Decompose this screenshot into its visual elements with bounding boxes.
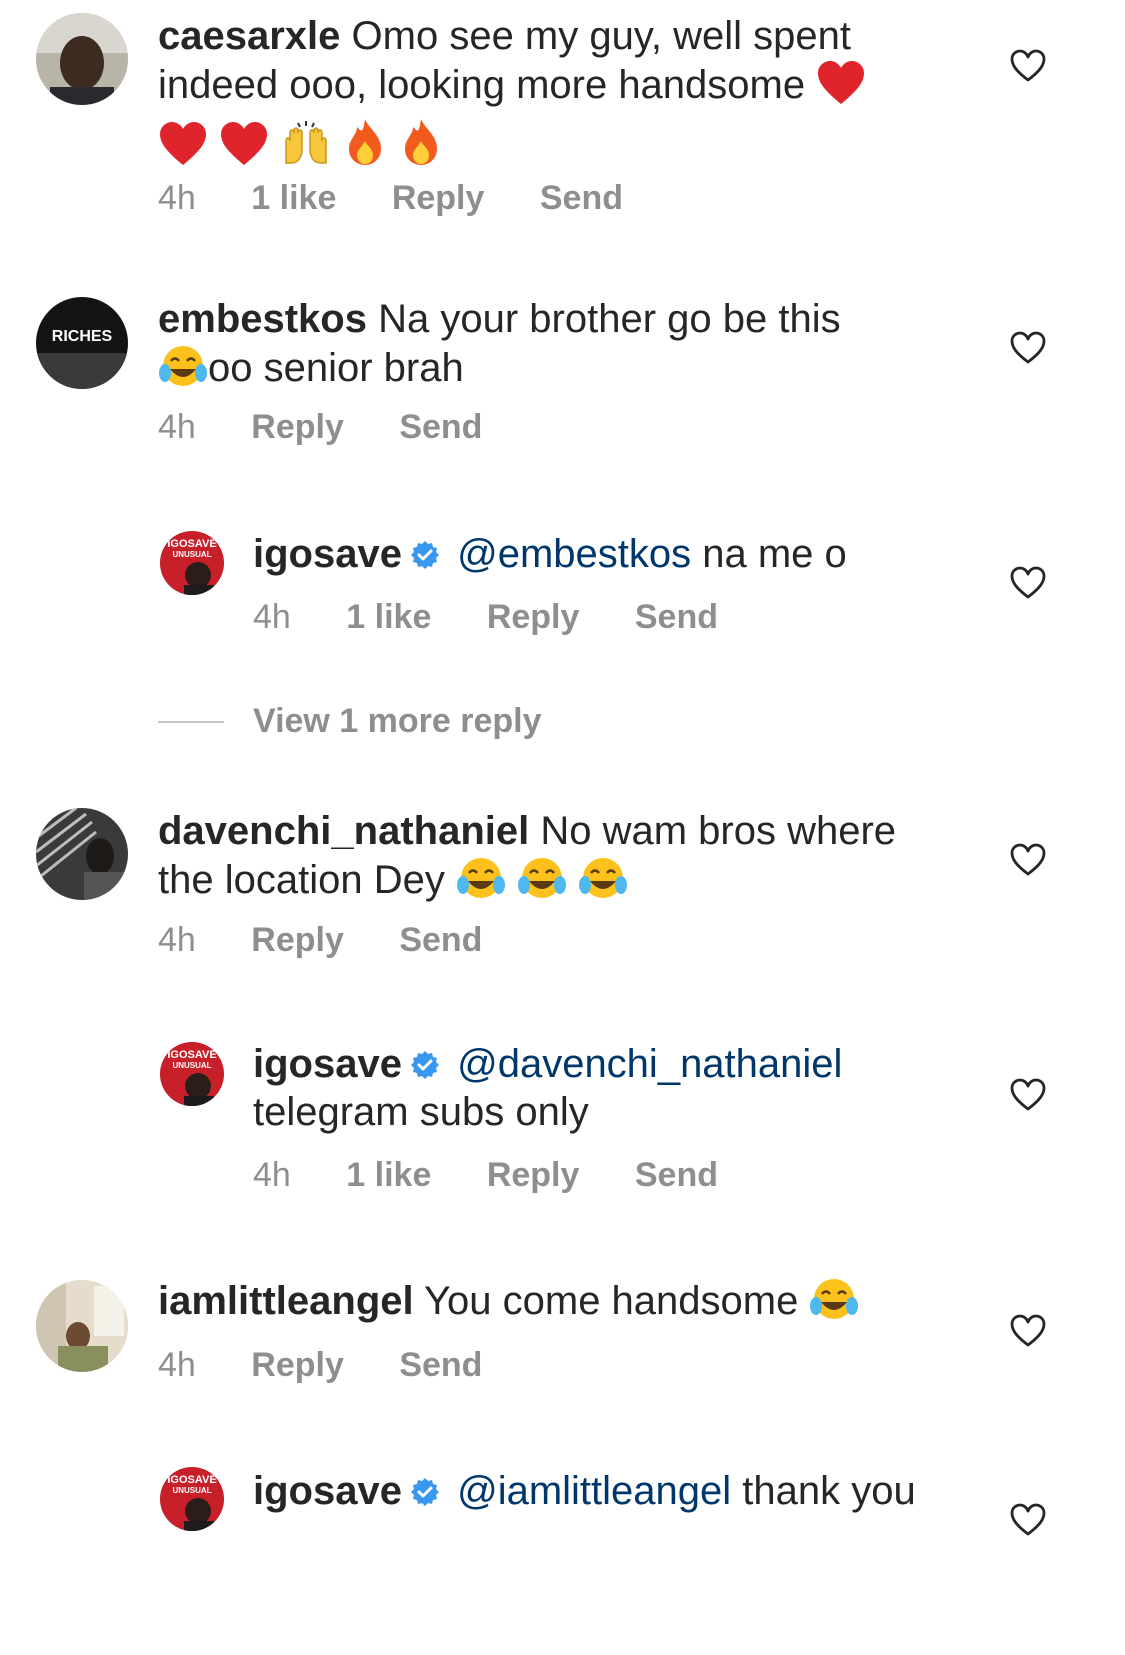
comment-body: na me o [702, 532, 847, 576]
reply-button[interactable]: Reply [251, 920, 344, 960]
like-heart-icon[interactable] [1008, 1500, 1048, 1540]
divider-line [158, 721, 224, 723]
username[interactable]: embestkos [158, 297, 367, 341]
username[interactable]: iamlittleangel [158, 1279, 414, 1323]
send-button[interactable]: Send [635, 597, 718, 637]
avatar-text: UNUSUAL [172, 1486, 211, 1495]
tears-of-joy-icon [517, 855, 567, 912]
tears-of-joy-icon [158, 343, 208, 400]
username[interactable]: igosave [253, 532, 402, 576]
comment-text: embestkos Na your brother go be this oo … [158, 295, 958, 400]
like-heart-icon[interactable] [1008, 563, 1048, 603]
verified-badge-icon [410, 1478, 439, 1506]
username[interactable]: caesarxle [158, 14, 340, 58]
comment-meta: 4h Reply Send [158, 920, 528, 960]
avatar[interactable] [36, 808, 128, 900]
reply-button[interactable]: Reply [392, 178, 485, 218]
fire-icon [399, 117, 443, 178]
like-heart-icon[interactable] [1008, 46, 1048, 86]
comment-body: telegram subs only [253, 1090, 589, 1134]
like-heart-icon[interactable] [1008, 1075, 1048, 1115]
timestamp: 4h [158, 921, 196, 959]
username[interactable]: davenchi_nathaniel [158, 809, 529, 853]
reply-button[interactable]: Reply [251, 407, 344, 447]
verified-badge-icon [410, 1051, 439, 1079]
comment-text: iamlittleangel You come handsome [158, 1276, 958, 1333]
avatar-text: IGOSAVE [167, 538, 216, 550]
like-count[interactable]: 1 like [346, 597, 431, 637]
like-heart-icon[interactable] [1008, 840, 1048, 880]
mention-link[interactable]: @davenchi_nathaniel [457, 1042, 842, 1086]
timestamp: 4h [158, 179, 196, 217]
view-more-label[interactable]: View 1 more reply [253, 701, 542, 741]
tears-of-joy-icon [456, 855, 506, 912]
red-heart-icon [816, 60, 866, 117]
avatar[interactable]: RICHES [36, 297, 128, 389]
avatar-text: UNUSUAL [172, 1061, 211, 1070]
send-button[interactable]: Send [399, 407, 482, 447]
timestamp: 4h [158, 1346, 196, 1384]
like-heart-icon[interactable] [1008, 1311, 1048, 1351]
avatar-text: IGOSAVE [167, 1474, 216, 1486]
like-count[interactable]: 1 like [346, 1155, 431, 1195]
verified-badge-icon [410, 541, 439, 569]
comment-meta: 4h Reply Send [158, 407, 528, 447]
timestamp: 4h [253, 1156, 291, 1194]
comment-body-cont: oo senior brah [208, 346, 464, 390]
send-button[interactable]: Send [540, 178, 623, 218]
avatar[interactable]: IGOSAVE UNUSUAL [160, 531, 224, 595]
avatar[interactable] [36, 1280, 128, 1372]
comment-meta: 4h 1 like Reply Send [253, 597, 764, 637]
timestamp: 4h [253, 598, 291, 636]
like-heart-icon[interactable] [1008, 328, 1048, 368]
send-button[interactable]: Send [399, 920, 482, 960]
username[interactable]: igosave [253, 1469, 402, 1513]
reply-button[interactable]: Reply [487, 1155, 580, 1195]
red-heart-icon [219, 121, 269, 178]
avatar[interactable]: IGOSAVE UNUSUAL [160, 1042, 224, 1106]
tears-of-joy-icon [809, 1276, 859, 1333]
like-count[interactable]: 1 like [251, 178, 336, 218]
avatar-text: RICHES [52, 328, 113, 345]
send-button[interactable]: Send [399, 1345, 482, 1385]
comment-text: caesarxle Omo see my guy, well spent ind… [158, 12, 958, 178]
reply-button[interactable]: Reply [487, 597, 580, 637]
mention-link[interactable]: @embestkos [457, 532, 691, 576]
mention-link[interactable]: @iamlittleangel [457, 1469, 731, 1513]
comment-meta: 4h Reply Send [158, 1345, 528, 1385]
avatar-text: IGOSAVE [167, 1049, 216, 1061]
comment-text: igosave @embestkos na me o [253, 530, 953, 578]
comment-body: thank you [742, 1469, 916, 1513]
comment-body: You come handsome [424, 1279, 799, 1323]
avatar[interactable] [36, 13, 128, 105]
send-button[interactable]: Send [635, 1155, 718, 1195]
avatar-text: UNUSUAL [172, 550, 211, 559]
fire-icon [343, 117, 387, 178]
timestamp: 4h [158, 408, 196, 446]
comment-meta: 4h 1 like Reply Send [253, 1155, 764, 1195]
comment-body: Na your brother go be this [378, 297, 841, 341]
comment-text: igosave @davenchi_nathaniel telegram sub… [253, 1040, 953, 1136]
comment-text: davenchi_nathaniel No wam bros where the… [158, 807, 958, 912]
avatar[interactable]: IGOSAVE UNUSUAL [160, 1467, 224, 1531]
username[interactable]: igosave [253, 1042, 402, 1086]
red-heart-icon [158, 121, 208, 178]
comment-meta: 4h 1 like Reply Send [158, 178, 669, 218]
tears-of-joy-icon [578, 855, 628, 912]
reply-button[interactable]: Reply [251, 1345, 344, 1385]
raising-hands-icon [280, 119, 332, 178]
comment-text: igosave @iamlittleangel thank you [253, 1467, 953, 1515]
